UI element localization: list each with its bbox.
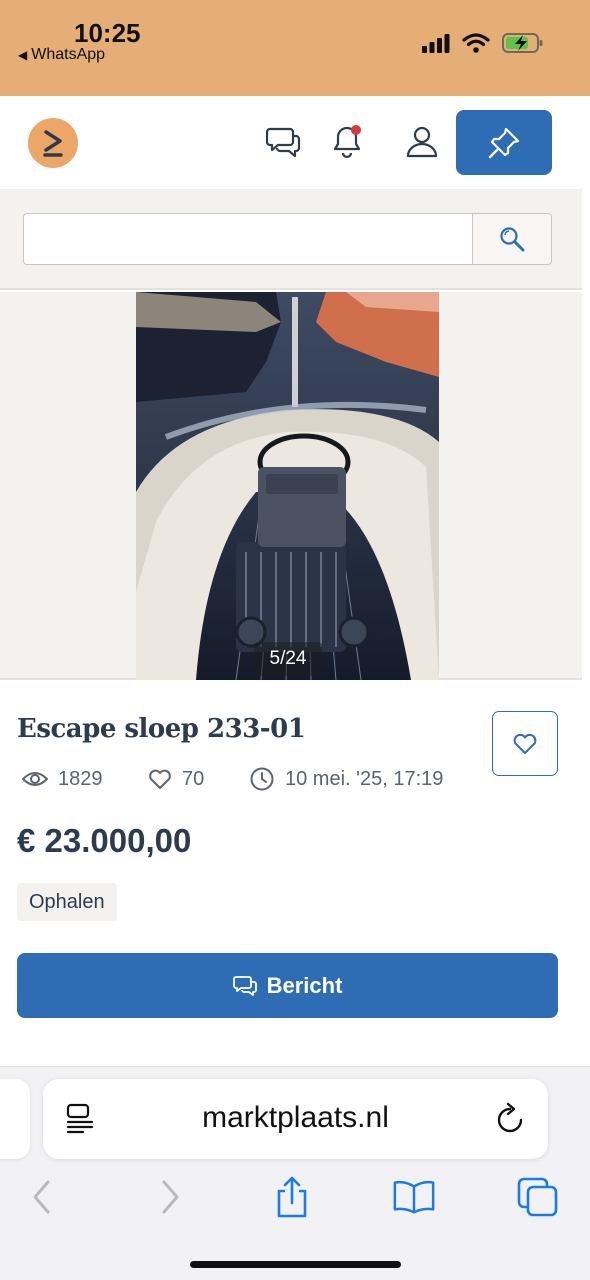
heart-icon	[513, 733, 537, 754]
message-button-label: Bericht	[266, 972, 343, 998]
listing-date: 10 mei. '25, 17:19	[285, 767, 444, 790]
pin-icon	[488, 127, 520, 158]
listing-stats: 1829 70 10 mei. '25, 17:19	[20, 763, 480, 795]
favorite-button[interactable]	[492, 711, 558, 776]
bell-icon[interactable]	[328, 122, 368, 162]
views-count: 1829	[58, 767, 103, 790]
battery-charging-icon	[502, 33, 543, 53]
notification-dot	[351, 125, 361, 135]
heart-outline-icon	[149, 769, 171, 789]
favorites-stat: 70	[148, 763, 204, 795]
photo-gallery[interactable]: 5/24	[0, 292, 582, 680]
eye-icon	[22, 772, 48, 786]
status-time: 10:25	[74, 18, 141, 48]
logo-icon	[43, 130, 63, 157]
address-bar[interactable]: marktplaats.nl	[43, 1079, 548, 1159]
message-button[interactable]: Bericht	[17, 953, 558, 1018]
clock-icon	[250, 767, 274, 791]
previous-tab-peek[interactable]	[0, 1079, 30, 1159]
marktplaats-logo[interactable]	[28, 118, 78, 168]
back-icon[interactable]	[20, 1175, 64, 1219]
url-text: marktplaats.nl	[202, 1101, 389, 1134]
search-input[interactable]	[23, 213, 473, 265]
reload-icon[interactable]	[495, 1101, 527, 1135]
views-stat: 1829	[22, 763, 103, 795]
home-indicator	[190, 1261, 401, 1268]
listing-title: Escape sloep 233-01	[17, 714, 306, 744]
tabs-icon[interactable]	[516, 1175, 560, 1219]
chat-icon[interactable]	[264, 122, 304, 162]
back-triangle-icon: ◀	[18, 48, 28, 62]
place-ad-button[interactable]	[456, 110, 552, 175]
photo-counter: 5/24	[254, 642, 322, 676]
browser-chrome: marktplaats.nl	[0, 1066, 590, 1280]
share-icon[interactable]	[270, 1175, 314, 1219]
back-app-label: WhatsApp	[31, 46, 106, 63]
wifi-icon	[462, 33, 490, 53]
forward-icon[interactable]	[148, 1175, 192, 1219]
search-button[interactable]	[472, 213, 552, 265]
date-stat: 10 mei. '25, 17:19	[249, 763, 443, 795]
user-icon[interactable]	[402, 122, 442, 162]
site-header	[0, 96, 582, 190]
status-icons	[422, 32, 544, 54]
delivery-tag: Ophalen	[17, 883, 117, 921]
chat-bubble-icon	[232, 975, 257, 996]
back-to-app-link[interactable]: ◀ WhatsApp	[18, 46, 105, 64]
search-area	[0, 190, 582, 290]
listing-photo[interactable]	[136, 292, 439, 680]
search-icon	[500, 227, 525, 252]
bookmarks-icon[interactable]	[392, 1175, 436, 1219]
status-bar: 10:25 ◀ WhatsApp	[0, 0, 590, 96]
favorites-count: 70	[182, 767, 205, 790]
signal-icon	[422, 34, 450, 53]
listing-price: € 23.000,00	[17, 822, 192, 859]
